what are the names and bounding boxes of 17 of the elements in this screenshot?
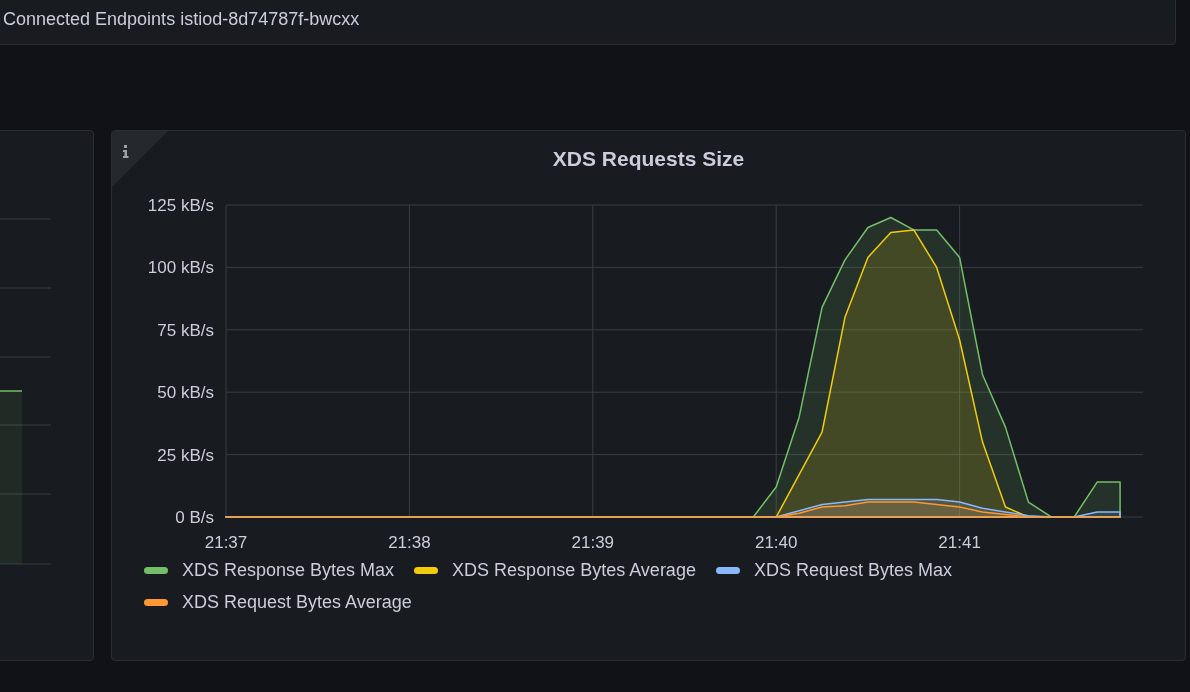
x-axis-label: 21:37	[204, 533, 248, 552]
y-axis-label: 0 B/s	[175, 508, 214, 527]
legend-label[interactable]: XDS Response Bytes Average	[452, 557, 696, 583]
legend-label[interactable]: XDS Request Bytes Average	[182, 589, 412, 615]
x-axis-label: 21:40	[754, 533, 798, 552]
y-axis-label: 100 kB/s	[147, 258, 214, 278]
legend-label[interactable]: XDS Request Bytes Max	[753, 557, 952, 583]
y-axis-label: 75 kB/s	[157, 320, 214, 340]
legend-label[interactable]: XDS Response Bytes Max	[182, 557, 395, 583]
x-axis-label: 21:39	[571, 533, 615, 552]
y-axis-label: 125 kB/s	[147, 196, 214, 215]
x-axis-label: 21:41	[938, 533, 981, 552]
y-axis-label: 50 kB/s	[157, 383, 214, 403]
panel-title: Connected Endpoints istiod-8d74787f-bwcxx	[3, 10, 360, 28]
x-axis-label: 21:38	[388, 533, 431, 552]
chart-title: XDS Requests Size	[552, 148, 745, 169]
y-axis-label: 25 kB/s	[157, 445, 214, 465]
